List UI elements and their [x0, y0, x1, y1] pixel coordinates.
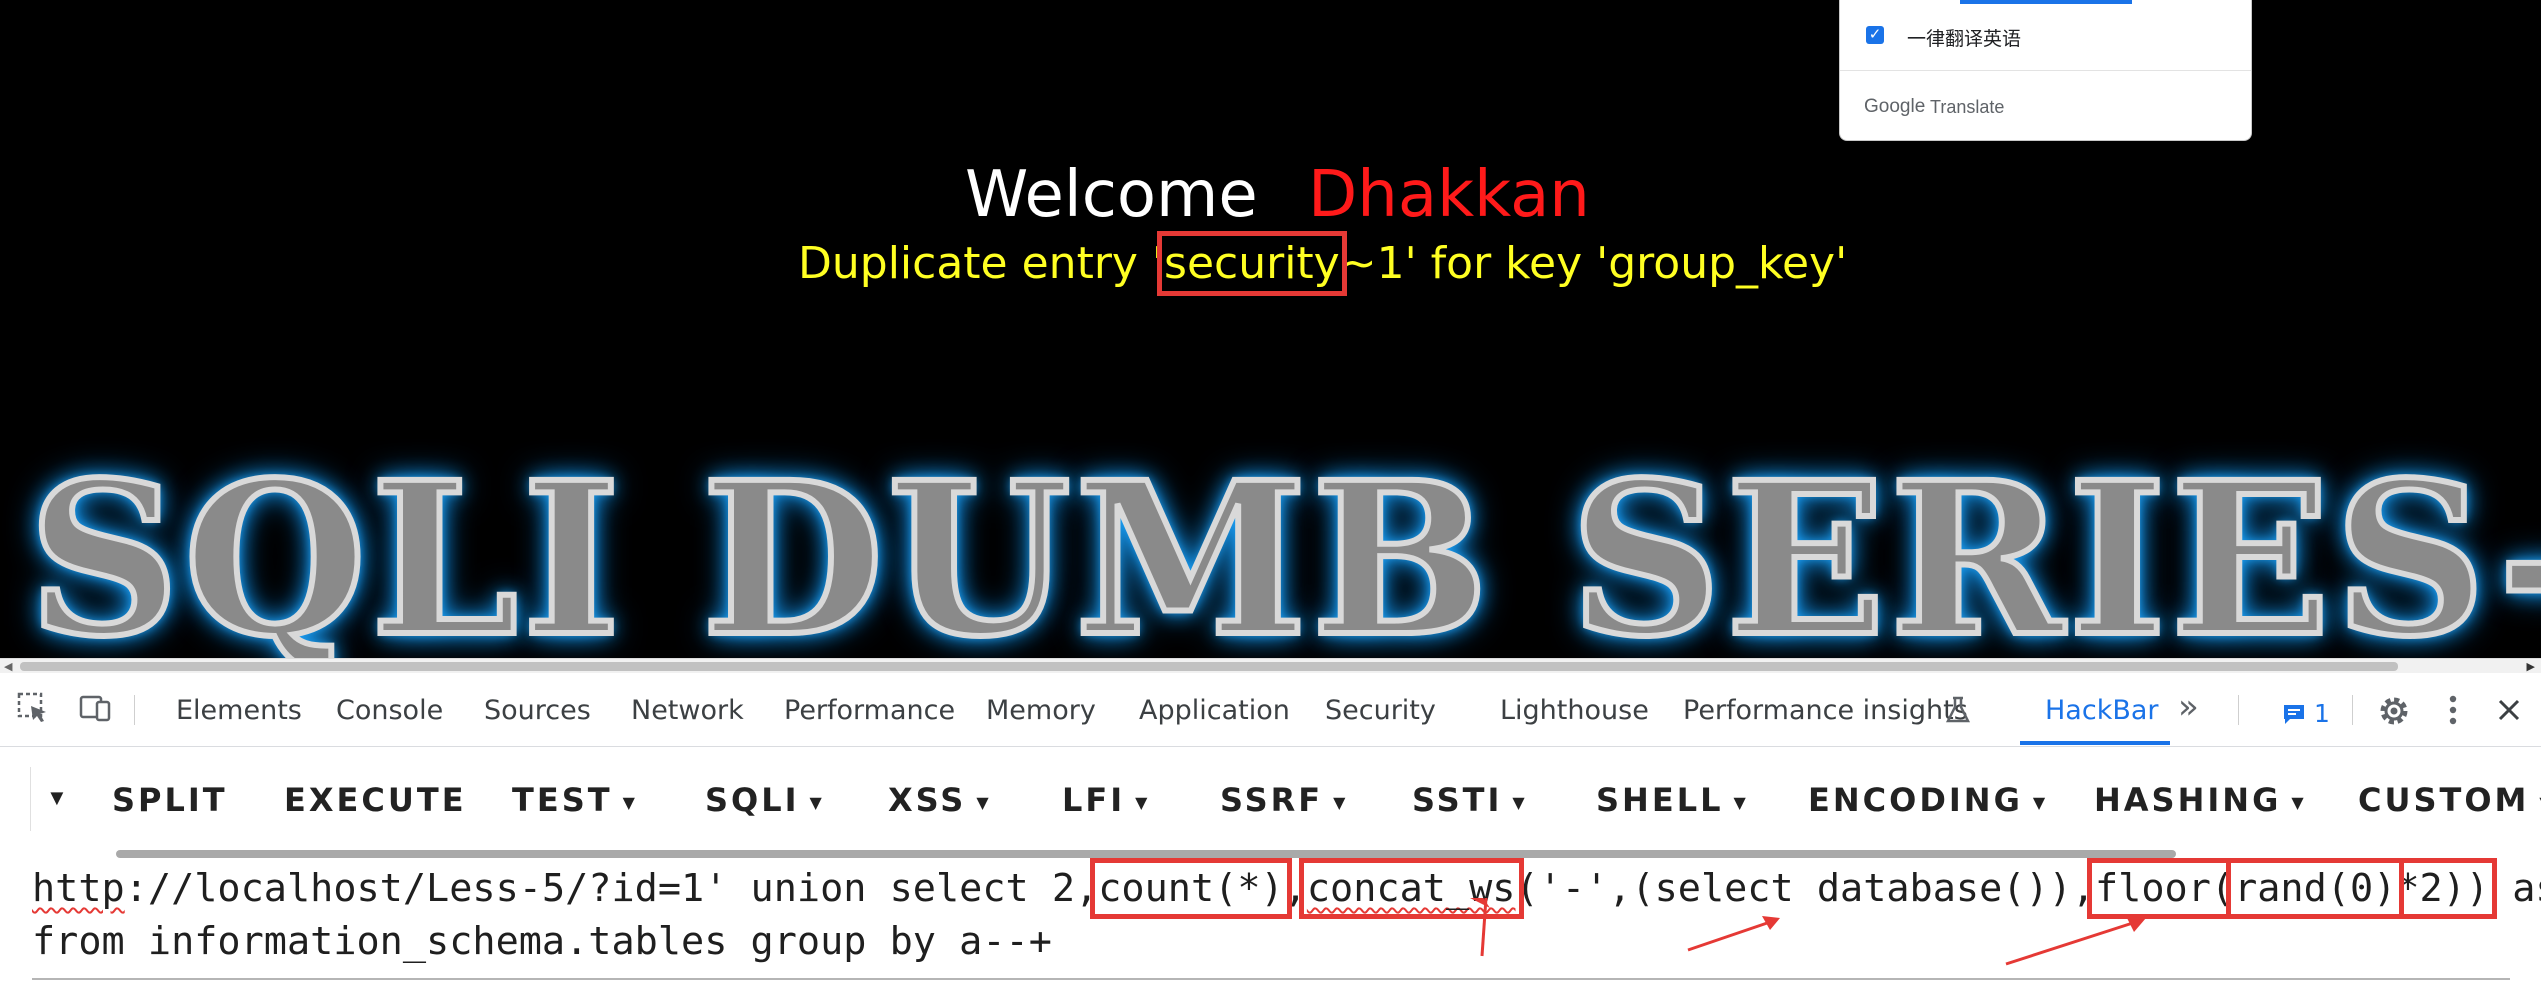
banner-title: SQLI DUMB SERIES-5: [25, 436, 2541, 659]
active-tab-indicator: [2020, 741, 2170, 745]
error-highlight: security: [1157, 231, 1347, 296]
tab-network[interactable]: Network: [631, 695, 744, 726]
dropdown-caret-icon: ▼: [622, 792, 638, 812]
custom-menu[interactable]: CUSTOM▼: [2358, 781, 2541, 819]
lfi-label: LFI: [1062, 781, 1126, 819]
xss-menu[interactable]: XSS ▼: [888, 781, 992, 819]
lfi-menu[interactable]: LFI ▼: [1062, 781, 1150, 819]
sqli-label: SQLI: [705, 781, 800, 819]
separator-dash: -: [1561, 866, 1586, 911]
experiment-flask-icon: [1945, 696, 1971, 723]
rand-highlight: rand(0): [2226, 858, 2405, 919]
textarea-bottom-border: [32, 978, 2510, 980]
url-select-database: ',(select database()),: [1585, 866, 2095, 911]
translate-progress-bar: [1960, 0, 2132, 4]
hackbar-toolbar: ▼ SPLIT EXECUTE TEST ▼ SQLI ▼ XSS ▼ LFI ▼ SS…: [0, 747, 2541, 858]
translate-popup: ✓ 一律翻译英语 Google Translate: [1839, 0, 2252, 141]
page-horizontal-scrollbar[interactable]: ◀ ▶: [0, 658, 2541, 673]
tab-elements[interactable]: Elements: [176, 695, 302, 726]
toolbar-divider: [30, 767, 31, 831]
issues-icon[interactable]: [2282, 703, 2306, 725]
dropdown-caret-icon: ▼: [1135, 792, 1151, 812]
close-devtools-icon[interactable]: [2496, 697, 2522, 723]
dropdown-caret-icon: ▼: [2032, 792, 2049, 812]
scroll-right-arrow-icon[interactable]: ▶: [2527, 660, 2535, 673]
count-function-highlight: count(*): [1090, 858, 1292, 919]
xss-label: XSS: [888, 781, 967, 819]
encoding-label: ENCODING: [1808, 781, 2023, 819]
toolbar-divider: [2238, 695, 2239, 725]
ssrf-label: SSRF: [1220, 781, 1324, 819]
ssrf-menu[interactable]: SSRF ▼: [1220, 781, 1348, 819]
page-viewport: Welcome Dhakkan Duplicate entry 'securit…: [0, 0, 2541, 658]
shell-menu[interactable]: SHELL ▼: [1596, 781, 1749, 819]
popup-divider: [1840, 70, 2251, 71]
floor-tail-text: *2)): [2396, 866, 2490, 911]
url-line-2: from information_schema.tables group by …: [32, 919, 1052, 964]
more-options-kebab-icon[interactable]: [2446, 693, 2460, 727]
hashing-label: HASHING: [2094, 781, 2282, 819]
google-logo: Google: [1864, 96, 1926, 117]
url-comma: ,: [1283, 866, 1307, 911]
sql-error-message: Duplicate entry 'security~1' for key 'gr…: [798, 231, 1848, 296]
shell-label: SHELL: [1596, 781, 1724, 819]
floor-rand-highlight: floor(rand(0)*2)): [2086, 858, 2498, 919]
test-label: TEST: [512, 781, 613, 819]
annotation-arrow-icon: [1470, 898, 1490, 957]
always-translate-checkbox[interactable]: ✓: [1866, 26, 1884, 44]
scrollbar-thumb[interactable]: [20, 662, 2398, 671]
dropdown-caret-icon: ▼: [809, 792, 825, 812]
tab-console[interactable]: Console: [336, 695, 443, 726]
tab-lighthouse[interactable]: Lighthouse: [1500, 695, 1649, 726]
toolbar-divider: [134, 695, 135, 725]
tab-application[interactable]: Application: [1139, 695, 1290, 726]
device-toolbar-icon[interactable]: [78, 691, 112, 725]
url-text-a: ://localhost/Less-5/?id=1' union select …: [124, 866, 1099, 911]
annotation-arrow-icon: [1687, 916, 1780, 952]
execute-button[interactable]: EXECUTE: [284, 781, 467, 819]
custom-label: CUSTOM: [2358, 781, 2530, 819]
tab-sources[interactable]: Sources: [484, 695, 591, 726]
dropdown-caret-icon: ▼: [1512, 792, 1528, 812]
translate-label: Translate: [1930, 97, 2005, 117]
tab-memory[interactable]: Memory: [986, 695, 1096, 726]
tab-security[interactable]: Security: [1325, 695, 1436, 726]
tab-performance-insights[interactable]: Performance insights: [1683, 695, 1968, 726]
more-tabs-chevron-icon[interactable]: »: [2178, 687, 2199, 727]
dropdown-caret-icon: ▼: [976, 792, 992, 812]
tab-hackbar[interactable]: HackBar: [2045, 695, 2159, 726]
split-button[interactable]: SPLIT: [112, 781, 228, 819]
annotation-arrow-icon: [2005, 916, 2146, 966]
toolbar-divider: [2352, 695, 2353, 725]
dropdown-caret-icon: ▼: [2291, 792, 2307, 812]
split-label: SPLIT: [112, 781, 228, 819]
settings-gear-icon[interactable]: [2376, 693, 2412, 729]
welcome-text: Welcome: [965, 158, 1258, 232]
scroll-left-arrow-icon[interactable]: ◀: [4, 660, 12, 673]
test-menu[interactable]: TEST ▼: [512, 781, 638, 819]
floor-text: floor(: [2094, 866, 2235, 911]
dropdown-caret-icon: ▼: [1733, 792, 1749, 812]
always-translate-label: 一律翻译英语: [1907, 29, 2022, 50]
encoding-menu[interactable]: ENCODING ▼: [1808, 781, 2048, 819]
sqli-menu[interactable]: SQLI ▼: [705, 781, 825, 819]
inspect-element-icon[interactable]: [16, 691, 50, 725]
ssti-menu[interactable]: SSTI ▼: [1412, 781, 1528, 819]
execute-label: EXECUTE: [284, 781, 467, 819]
toolbar-scrollbar-thumb[interactable]: [116, 850, 2176, 858]
username-text: Dhakkan: [1308, 158, 1590, 232]
hackbar-collapse-caret-icon[interactable]: ▼: [46, 785, 68, 811]
error-prefix: Duplicate entry ': [798, 238, 1165, 289]
hashing-menu[interactable]: HASHING ▼: [2094, 781, 2307, 819]
url-scheme-text: http: [32, 866, 125, 911]
error-suffix: ~1' for key 'group_key': [1339, 238, 1848, 289]
devtools-tab-bar: Elements Console Sources Network Perform…: [0, 673, 2541, 747]
url-alias-text: as a: [2512, 866, 2541, 911]
issues-count[interactable]: 1: [2314, 699, 2330, 728]
dropdown-caret-icon: ▼: [1333, 792, 1349, 812]
tab-performance[interactable]: Performance: [784, 695, 955, 726]
ssti-label: SSTI: [1412, 781, 1503, 819]
